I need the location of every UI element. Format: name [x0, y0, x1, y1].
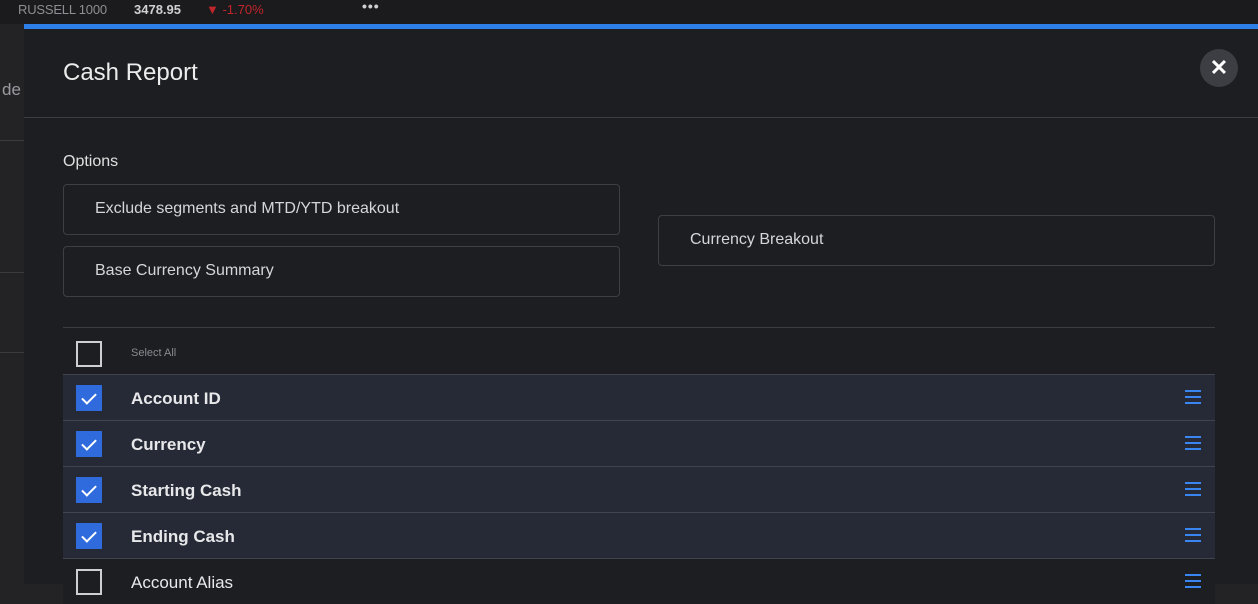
- field-checkbox-account-id[interactable]: [76, 385, 102, 411]
- field-label: Currency: [131, 435, 206, 454]
- field-label: Account Alias: [131, 573, 234, 592]
- ticker-index-name: RUSSELL 1000: [18, 2, 107, 17]
- field-label: Account ID: [131, 389, 221, 408]
- field-checkbox-account-alias[interactable]: [76, 569, 102, 595]
- background-divider: [0, 140, 24, 141]
- base-currency-summary-option-button[interactable]: Base Currency Summary: [63, 246, 620, 297]
- field-checkbox-ending-cash[interactable]: [76, 523, 102, 549]
- field-checkbox-currency[interactable]: [76, 431, 102, 457]
- drag-handle-icon[interactable]: [1185, 482, 1201, 496]
- field-list: Account ID Currency Starting Cash Ending…: [63, 374, 1215, 604]
- close-button[interactable]: ✕: [1200, 49, 1238, 87]
- exclude-segments-option-button[interactable]: Exclude segments and MTD/YTD breakout: [63, 184, 620, 235]
- select-all-label: Select All: [131, 347, 177, 359]
- select-all-row[interactable]: Select All: [63, 334, 1215, 374]
- field-row-account-alias[interactable]: Account Alias: [63, 558, 1215, 604]
- field-row-account-id[interactable]: Account ID: [63, 374, 1215, 420]
- drag-handle-icon[interactable]: [1185, 574, 1201, 588]
- modal-title: Cash Report: [63, 59, 198, 86]
- header-divider: [24, 117, 1258, 118]
- background-partial-text: de: [2, 80, 21, 99]
- field-row-currency[interactable]: Currency: [63, 420, 1215, 466]
- drag-handle-icon[interactable]: [1185, 436, 1201, 450]
- options-heading: Options: [63, 153, 119, 170]
- more-options-icon[interactable]: •••: [362, 0, 380, 16]
- background-divider: [0, 352, 24, 353]
- field-checkbox-starting-cash[interactable]: [76, 477, 102, 503]
- field-label: Ending Cash: [131, 527, 235, 546]
- field-row-starting-cash[interactable]: Starting Cash: [63, 466, 1215, 512]
- drag-handle-icon[interactable]: [1185, 528, 1201, 542]
- market-ticker-bar: RUSSELL 1000 3478.95 ▼ -1.70% •••: [0, 0, 1258, 24]
- currency-breakout-option-button[interactable]: Currency Breakout: [658, 215, 1215, 266]
- cash-report-modal: Cash Report ✕ Options Exclude segments a…: [24, 24, 1258, 604]
- list-divider: [63, 327, 1215, 328]
- close-icon: ✕: [1209, 55, 1229, 80]
- drag-handle-icon[interactable]: [1185, 390, 1201, 404]
- field-row-ending-cash[interactable]: Ending Cash: [63, 512, 1215, 558]
- ticker-index-value: 3478.95: [134, 2, 181, 17]
- background-divider: [0, 272, 24, 273]
- field-label: Starting Cash: [131, 481, 242, 500]
- ticker-index-change: ▼ -1.70%: [206, 2, 264, 17]
- select-all-checkbox[interactable]: [76, 341, 102, 367]
